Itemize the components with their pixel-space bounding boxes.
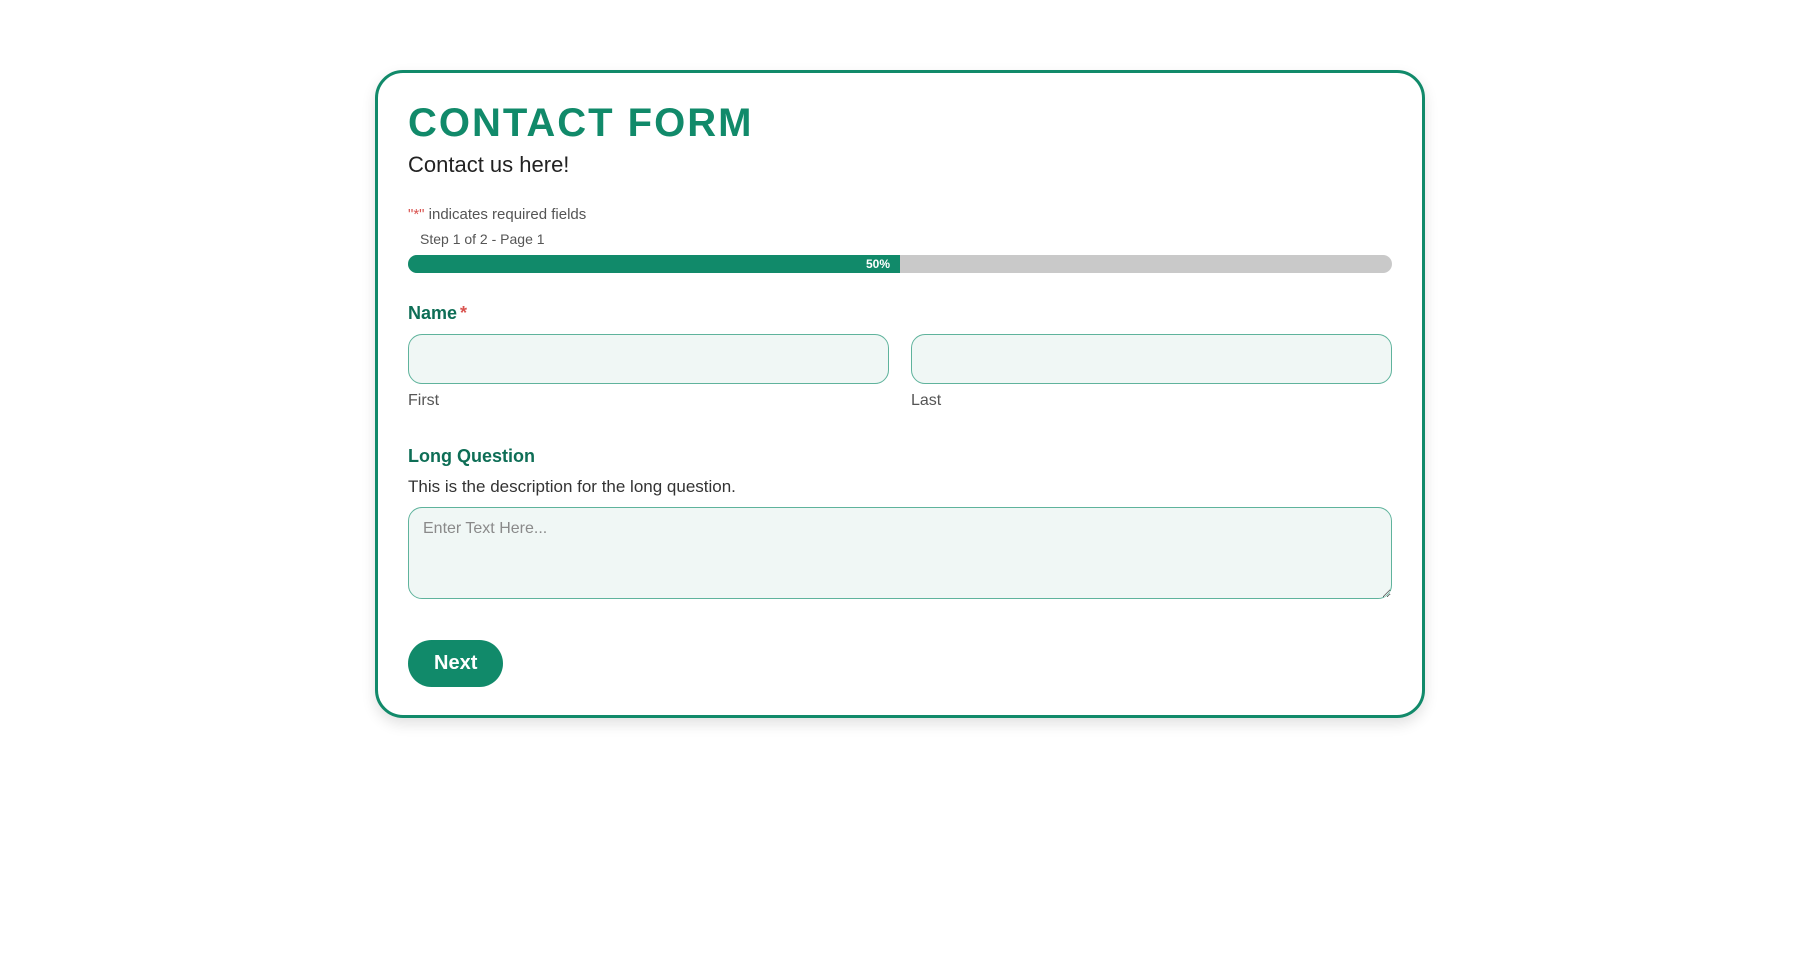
long-question-description: This is the description for the long que… (408, 477, 1392, 497)
long-question-label: Long Question (408, 446, 1392, 467)
name-label-text: Name (408, 303, 457, 323)
required-note-quoted: "*" (408, 206, 425, 223)
required-fields-note: "*" indicates required fields (408, 206, 1392, 223)
last-name-column: Last (911, 334, 1392, 410)
next-button[interactable]: Next (408, 640, 503, 687)
step-indicator: Step 1 of 2 - Page 1 (408, 231, 1392, 247)
required-note-rest: indicates required fields (425, 206, 587, 223)
first-name-input[interactable] (408, 334, 889, 384)
progress-percent-text: 50% (866, 257, 890, 271)
last-name-input[interactable] (911, 334, 1392, 384)
last-name-sublabel: Last (911, 392, 1392, 410)
form-subtitle: Contact us here! (408, 152, 1392, 178)
first-name-sublabel: First (408, 392, 889, 410)
name-field-label: Name* (408, 303, 1392, 324)
form-card: CONTACT FORM Contact us here! "*" indica… (375, 70, 1425, 718)
long-question-textarea[interactable] (408, 507, 1392, 599)
name-field-row: First Last (408, 334, 1392, 410)
progress-bar: 50% (408, 255, 1392, 273)
first-name-column: First (408, 334, 889, 410)
progress-fill: 50% (408, 255, 900, 273)
form-title: CONTACT FORM (408, 101, 1392, 146)
required-asterisk: * (460, 303, 467, 323)
